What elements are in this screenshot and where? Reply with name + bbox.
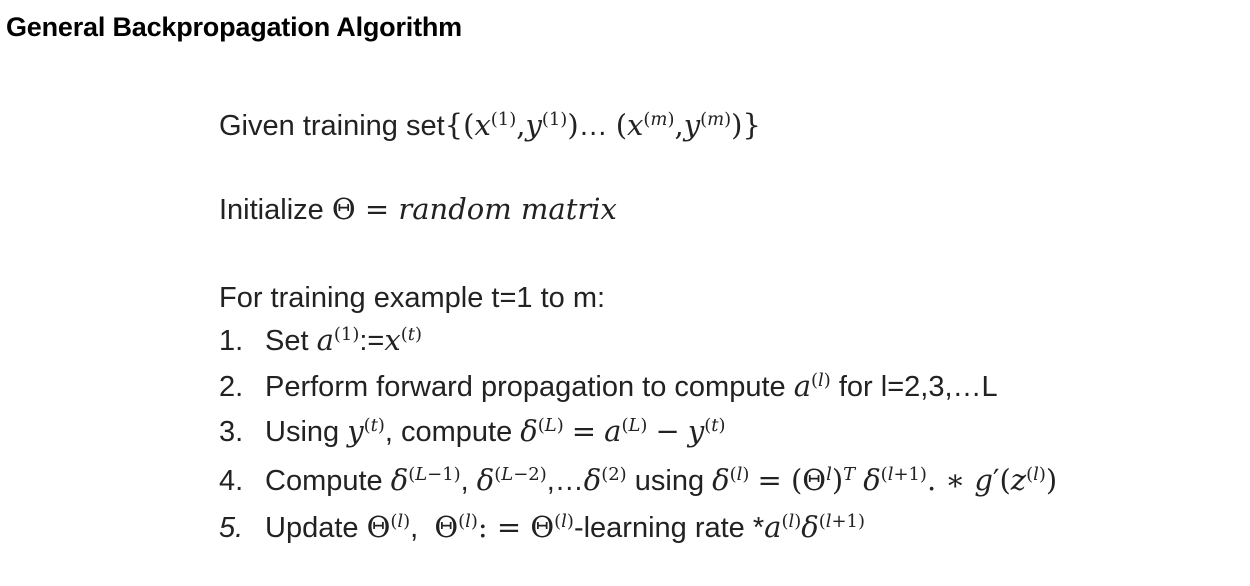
- loop-header: For training example t=1 to m:: [219, 282, 606, 314]
- step-text: Set a(1):=x(t): [265, 323, 422, 357]
- step-number: 1.: [219, 325, 244, 357]
- step-number: 5.: [219, 512, 244, 544]
- step-text: Using y(t), compute δ(L) = a(L) − y(t): [265, 414, 726, 448]
- step-text: Compute δ(L−1), δ(L−2),…δ(2) using δ(l) …: [265, 463, 1058, 497]
- step-2: 2. Perform forward propagation to compute…: [219, 369, 998, 404]
- step-3: 3. Using y(t), compute δ(L) = a(L) − y(t): [219, 414, 726, 449]
- given-line: Given training set{(x(1),y(1))… (x(m),y(…: [219, 108, 761, 143]
- initialize-line: Initialize Θ = random matrix: [219, 192, 617, 227]
- step-1: 1. Set a(1):=x(t): [219, 323, 422, 358]
- step-text: Update Θ(l), Θ(l): = Θ(l)-learning rate …: [265, 510, 865, 544]
- given-label: Given training set: [219, 110, 445, 142]
- step-4: 4. Compute δ(L−1), δ(L−2),…δ(2) using δ(l…: [219, 463, 1057, 498]
- initialize-formula: Θ = random matrix: [331, 192, 617, 226]
- step-5: 5. Update Θ(l), Θ(l): = Θ(l)-learning rat…: [219, 510, 865, 545]
- step-number: 3.: [219, 416, 244, 448]
- step-number: 2.: [219, 371, 244, 403]
- step-number: 4.: [219, 465, 244, 497]
- step-text: Perform forward propagation to compute a…: [265, 369, 998, 403]
- page-title: General Backpropagation Algorithm: [6, 12, 462, 42]
- initialize-label: Initialize: [219, 194, 324, 226]
- given-formula: {(x(1),y(1))… (x(m),y(m))}: [444, 108, 761, 142]
